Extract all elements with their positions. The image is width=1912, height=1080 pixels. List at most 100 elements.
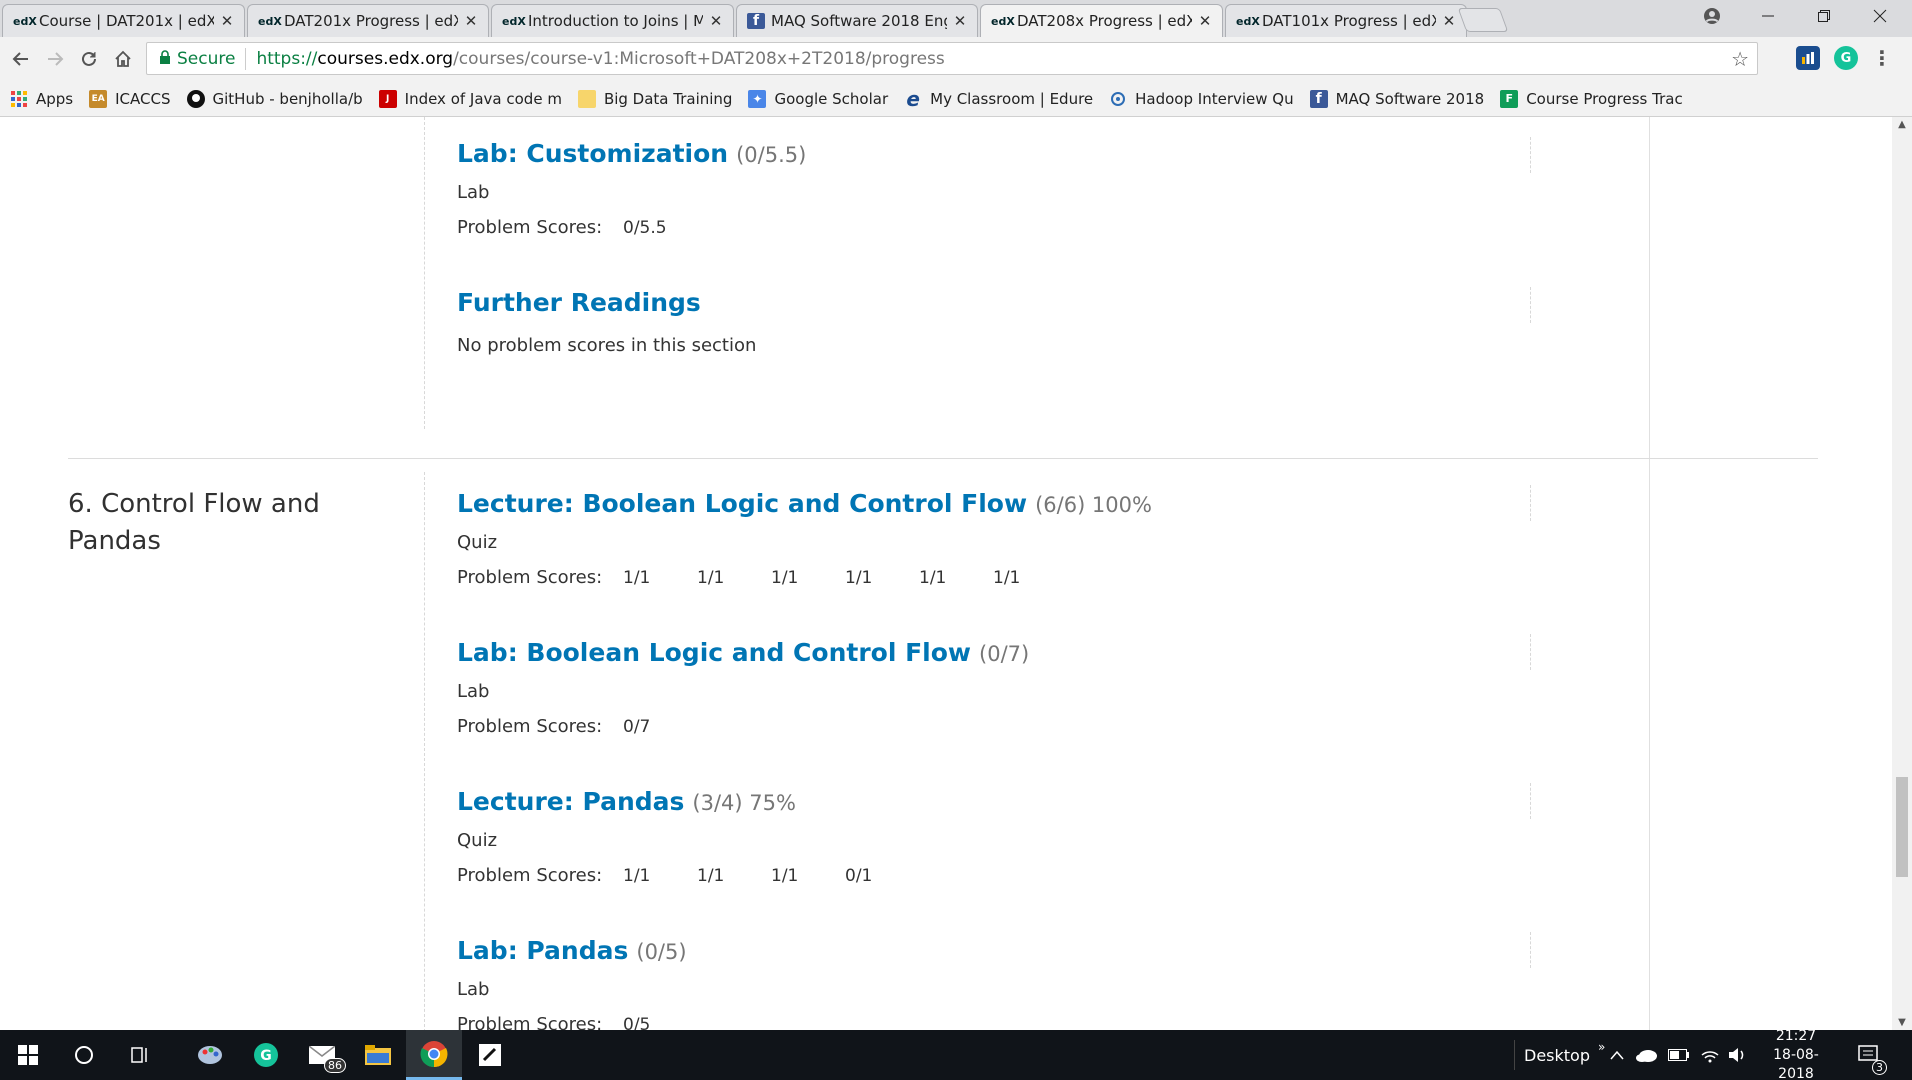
url-text[interactable]: https://courses.edx.org/courses/course-v… [256,49,1731,69]
new-tab-button[interactable] [1457,8,1509,32]
chevron-right-icon: » [1597,1040,1606,1054]
grammarly-icon[interactable]: G [1834,46,1858,70]
paint-app-icon[interactable] [182,1030,238,1080]
section-item: Further Readings No problem scores in th… [457,288,756,356]
analytics-extension-icon[interactable] [1796,46,1820,70]
file-explorer-icon[interactable] [350,1030,406,1080]
tab-dat208x-progress[interactable]: edX DAT208x Progress | edX ✕ [980,4,1223,37]
problem-score: 0/7 [623,716,651,737]
section-score: (0/5.5) [736,143,807,167]
section-link[interactable]: Lecture: Pandas [457,787,684,816]
bookmark-label: Apps [36,89,74,108]
mail-badge: 86 [324,1058,346,1073]
bookmark-hadoop[interactable]: Hadoop Interview Qu [1109,90,1294,108]
section-item: Lecture: Pandas (3/4) 75% Quiz Problem S… [457,787,919,886]
forward-arrow-icon[interactable] [38,42,72,76]
hadoop-icon [1109,90,1127,108]
bookmark-course-progress[interactable]: F Course Progress Trac [1500,89,1683,108]
section-score: (0/7) [979,642,1030,666]
edx-icon: edX [1236,14,1260,28]
section-link[interactable]: Lab: Pandas [457,936,628,965]
close-icon[interactable]: ✕ [707,12,725,30]
chrome-app-icon[interactable] [406,1030,462,1080]
clock-date: 18-08-2018 [1773,1046,1819,1080]
tab-course-dat201x[interactable]: edX Course | DAT201x | edX ✕ [2,4,245,37]
close-icon[interactable]: ✕ [462,12,480,30]
tab-maq-software[interactable]: f MAQ Software 2018 Engi ✕ [736,4,978,37]
wifi-icon[interactable] [1700,1030,1720,1080]
profile-icon[interactable] [1684,0,1740,32]
close-icon[interactable]: ✕ [951,12,969,30]
restore-icon[interactable] [1796,0,1852,32]
minimize-icon[interactable] [1740,0,1796,32]
section-title-row: Lab: Customization (0/5.5) [457,139,806,168]
windows-start-icon[interactable] [0,1030,56,1080]
sticky-notes-icon[interactable] [462,1030,518,1080]
mail-app-icon[interactable]: 86 [294,1030,350,1080]
close-icon[interactable]: ✕ [1440,12,1458,30]
tab-dat101x-progress[interactable]: edX DAT101x Progress | edX ✕ [1225,4,1467,37]
desktop-toolbar[interactable]: Desktop » [1524,1030,1605,1080]
back-arrow-icon[interactable] [4,42,38,76]
section-item: Lab: Boolean Logic and Control Flow (0/7… [457,638,1029,737]
tab-introduction-to-joins[interactable]: edX Introduction to Joins | Mc ✕ [491,4,734,37]
section-link[interactable]: Further Readings [457,288,701,317]
tab-title: MAQ Software 2018 Engi [771,12,947,30]
section-divider [1530,634,1531,670]
bookmark-java-code[interactable]: J Index of Java code m [378,89,562,108]
bookmark-maq-software[interactable]: f MAQ Software 2018 [1309,89,1484,108]
close-icon[interactable]: ✕ [1196,12,1214,30]
bookmark-label: Course Progress Trac [1526,89,1683,108]
section-score: (3/4) 75% [692,791,796,815]
edx-icon: edX [991,14,1015,28]
close-icon[interactable]: ✕ [218,12,236,30]
tab-dat201x-progress[interactable]: edX DAT201x Progress | edX ✕ [247,4,489,37]
bookmark-big-data[interactable]: Big Data Training [577,89,732,108]
vertical-scrollbar[interactable]: ▲ ▼ [1892,117,1912,1030]
bookmark-google-scholar[interactable]: ✦ Google Scholar [748,89,888,108]
action-center-icon[interactable]: 3 [1858,1030,1887,1080]
address-bar[interactable]: Secure https://courses.edx.org/courses/c… [146,42,1758,75]
bookmark-my-classroom[interactable]: e My Classroom | Edure [904,87,1093,111]
forms-icon: F [1500,89,1519,108]
section-title-row: Lab: Pandas (0/5) [457,936,697,965]
reload-icon[interactable] [72,42,106,76]
lock-icon [159,49,171,68]
scroll-up-arrow-icon[interactable]: ▲ [1892,119,1912,130]
section-item: Lab: Pandas (0/5) Lab Problem Scores: 0/… [457,936,697,1030]
bookmark-apps[interactable]: Apps [10,90,73,108]
show-hidden-icons-icon[interactable] [1610,1030,1624,1080]
section-format: Quiz [457,830,498,851]
onedrive-icon[interactable] [1636,1030,1658,1080]
home-icon[interactable] [106,42,140,76]
scroll-down-arrow-icon[interactable]: ▼ [1892,1017,1912,1028]
section-format: Lab [457,979,490,1000]
close-window-icon[interactable] [1852,0,1908,32]
clock[interactable]: 21:27 18-08-2018 [1760,1028,1832,1080]
problem-scores-label: Problem Scores: [457,567,603,588]
battery-icon[interactable] [1668,1030,1690,1080]
desktop-label: Desktop [1524,1045,1590,1065]
problem-score: 1/1 [623,567,651,588]
bookmark-star-icon[interactable]: ☆ [1731,47,1749,71]
bookmark-icaccs[interactable]: EA ICACCS [89,89,171,108]
bookmarks-bar: Apps EA ICACCS GitHub - benjholla/b J In… [0,81,1912,117]
menu-kebab-icon[interactable]: ⋮ [1870,46,1894,70]
section-link[interactable]: Lab: Customization [457,139,728,168]
tray-divider [1514,1030,1515,1080]
bookmark-github[interactable]: GitHub - benjholla/b [186,89,363,108]
section-score: (0/5) [636,940,687,964]
task-view-icon[interactable] [112,1030,168,1080]
browser-toolbar: Secure https://courses.edx.org/courses/c… [0,37,1912,81]
section-link[interactable]: Lecture: Boolean Logic and Control Flow [457,489,1027,518]
volume-icon[interactable] [1728,1030,1748,1080]
scrollbar-thumb[interactable] [1896,777,1908,877]
search-circle-icon[interactable] [56,1030,112,1080]
java-icon: J [378,89,397,108]
problem-scores-label: Problem Scores: [457,1014,603,1030]
problem-scores-label: Problem Scores: [457,716,603,737]
grammarly-app-icon[interactable]: G [238,1030,294,1080]
svg-text:G: G [260,1048,272,1064]
section-divider [424,472,425,1030]
section-link[interactable]: Lab: Boolean Logic and Control Flow [457,638,971,667]
